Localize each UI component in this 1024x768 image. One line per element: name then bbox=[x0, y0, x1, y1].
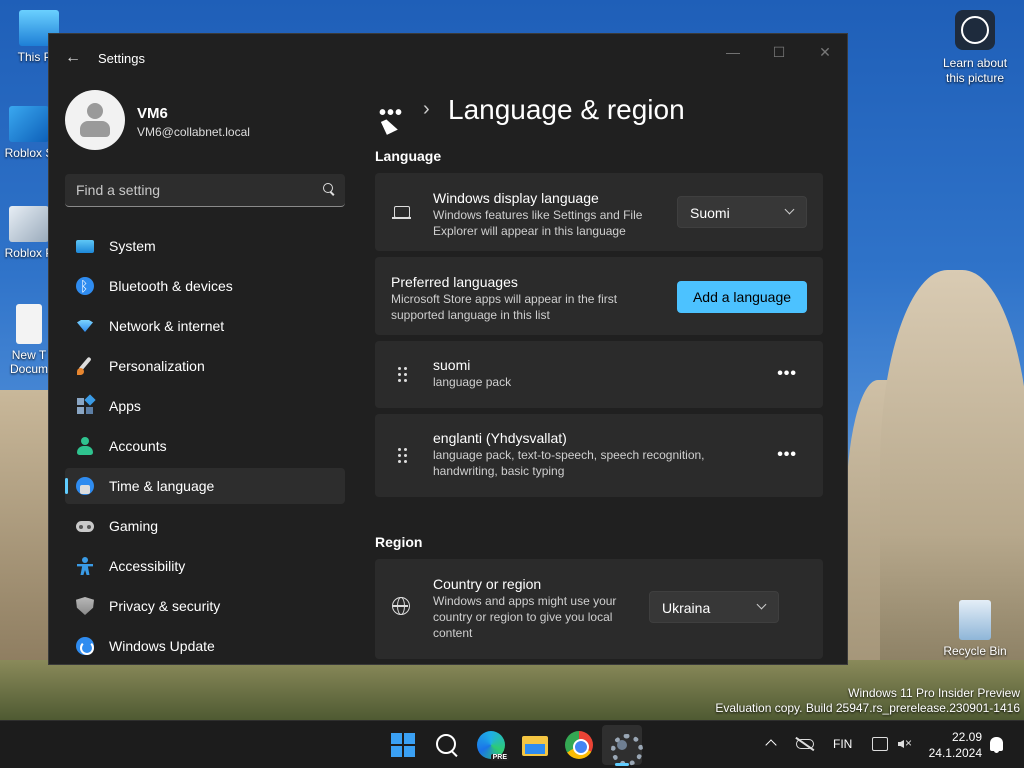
search-input[interactable] bbox=[65, 174, 345, 206]
taskbar: PRE FIN 22.09 24.1.2024 bbox=[0, 720, 1024, 768]
drag-handle-icon[interactable] bbox=[398, 448, 408, 464]
drag-handle-icon[interactable] bbox=[398, 367, 408, 383]
search-icon[interactable] bbox=[323, 183, 335, 195]
title-bar[interactable]: ← Settings — ☐ ✕ bbox=[49, 34, 847, 82]
notification-bell-icon[interactable] bbox=[990, 737, 1003, 753]
clock[interactable]: 22.09 24.1.2024 bbox=[928, 729, 982, 761]
volume-muted-icon[interactable] bbox=[898, 736, 912, 751]
display-language-card: Windows display language Windows feature… bbox=[375, 173, 823, 251]
sidebar-nav: System Bluetooth & devices Network & int… bbox=[65, 228, 345, 664]
settings-icon[interactable] bbox=[608, 731, 643, 766]
network-icon[interactable] bbox=[872, 737, 888, 751]
sidebar-item-system[interactable]: System bbox=[65, 228, 345, 264]
time-language-icon bbox=[76, 477, 94, 495]
sidebar-item-gaming[interactable]: Gaming bbox=[65, 508, 345, 544]
roblox-icon bbox=[9, 206, 49, 242]
laptop-icon bbox=[392, 203, 412, 223]
display-language-dropdown[interactable]: Suomi bbox=[677, 196, 807, 228]
page-title: Language & region bbox=[448, 94, 685, 125]
roblox-icon bbox=[9, 106, 49, 142]
bluetooth-icon bbox=[76, 277, 94, 295]
sidebar-item-personalization[interactable]: Personalization bbox=[65, 348, 345, 384]
sidebar-item-time-language[interactable]: Time & language bbox=[65, 468, 345, 504]
network-icon bbox=[76, 317, 94, 335]
language-options-button[interactable]: ••• bbox=[777, 365, 797, 383]
chevron-down-icon bbox=[756, 599, 767, 610]
search-box bbox=[65, 174, 345, 207]
sidebar-item-network-internet[interactable]: Network & internet bbox=[65, 308, 345, 344]
language-item[interactable]: suomi language pack ••• bbox=[375, 341, 823, 408]
globe-icon bbox=[392, 597, 410, 615]
minimize-button[interactable]: — bbox=[713, 42, 753, 66]
brush-icon bbox=[76, 357, 94, 375]
input-language-indicator[interactable]: FIN bbox=[833, 737, 852, 751]
profile-email: VM6@collabnet.local bbox=[137, 125, 250, 139]
recycle-bin-icon bbox=[959, 600, 991, 640]
apps-icon bbox=[76, 397, 94, 415]
file-explorer-icon[interactable] bbox=[521, 731, 549, 759]
preferred-languages-card: Preferred languages Microsoft Store apps… bbox=[375, 257, 823, 335]
active-indicator bbox=[615, 763, 629, 766]
gaming-icon bbox=[76, 517, 94, 535]
accounts-icon bbox=[76, 437, 94, 455]
country-region-card: Country or region Windows and apps might… bbox=[375, 559, 823, 659]
sidebar-item-windows-update[interactable]: Windows Update bbox=[65, 628, 345, 664]
learn-about-picture[interactable]: Learn about this picture bbox=[936, 10, 1014, 86]
add-language-button[interactable]: Add a language bbox=[677, 281, 807, 313]
section-heading-region: Region bbox=[375, 534, 423, 550]
update-icon bbox=[76, 637, 94, 655]
settings-window: ← Settings — ☐ ✕ VM6 VM6@collabnet.local… bbox=[48, 33, 848, 665]
onedrive-offline-icon[interactable] bbox=[796, 739, 814, 749]
shield-icon bbox=[76, 597, 94, 615]
chevron-down-icon bbox=[784, 204, 795, 215]
system-icon bbox=[76, 240, 94, 253]
chevron-right-icon: › bbox=[423, 98, 430, 120]
build-watermark: Windows 11 Pro Insider Preview Evaluatio… bbox=[715, 686, 1020, 715]
camera-info-icon bbox=[955, 10, 995, 50]
sidebar-item-bluetooth-devices[interactable]: Bluetooth & devices bbox=[65, 268, 345, 304]
avatar bbox=[65, 90, 125, 150]
close-button[interactable]: ✕ bbox=[805, 42, 845, 66]
back-button[interactable]: ← bbox=[63, 48, 83, 68]
window-title: Settings bbox=[98, 51, 145, 66]
sidebar-item-privacy-security[interactable]: Privacy & security bbox=[65, 588, 345, 624]
section-heading-language: Language bbox=[375, 148, 442, 164]
sidebar-item-accounts[interactable]: Accounts bbox=[65, 428, 345, 464]
chevron-up-icon[interactable] bbox=[765, 739, 777, 751]
text-document-icon bbox=[16, 304, 42, 344]
search-icon[interactable] bbox=[433, 731, 461, 759]
edge-beta-icon[interactable]: PRE bbox=[477, 731, 509, 761]
sidebar-item-apps[interactable]: Apps bbox=[65, 388, 345, 424]
accessibility-icon bbox=[76, 557, 94, 575]
profile-name: VM6 bbox=[137, 105, 168, 122]
language-item[interactable]: englanti (Yhdysvallat) language pack, te… bbox=[375, 414, 823, 497]
language-options-button[interactable]: ••• bbox=[777, 446, 797, 464]
desktop-icon-recycle-bin[interactable]: Recycle Bin bbox=[940, 600, 1010, 658]
start-icon[interactable] bbox=[389, 731, 417, 759]
chrome-icon[interactable] bbox=[565, 731, 593, 759]
maximize-button[interactable]: ☐ bbox=[759, 42, 799, 66]
sidebar-item-accessibility[interactable]: Accessibility bbox=[65, 548, 345, 584]
country-region-dropdown[interactable]: Ukraina bbox=[649, 591, 779, 623]
content-pane: ••• › Language & region Language Windows… bbox=[375, 82, 847, 664]
